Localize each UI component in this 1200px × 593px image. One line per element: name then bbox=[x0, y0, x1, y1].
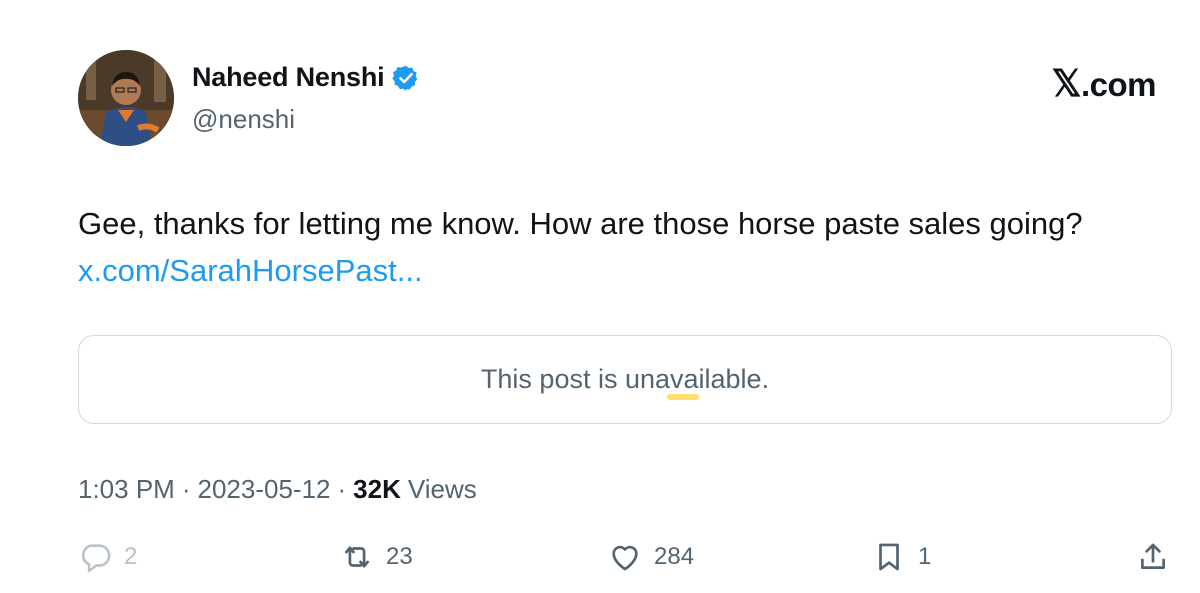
action-bar: 2 23 284 1 bbox=[78, 540, 1172, 580]
quoted-post-message: This post is unavailable. bbox=[480, 364, 770, 394]
post-time[interactable]: 1:03 PM bbox=[78, 474, 175, 505]
avatar[interactable] bbox=[78, 50, 174, 146]
repost-button[interactable]: 23 bbox=[340, 540, 413, 574]
brand-logo: 𝕏 .com bbox=[1051, 62, 1157, 105]
quoted-post-card[interactable]: This post is unavailable. bbox=[78, 335, 1172, 424]
like-button[interactable]: 284 bbox=[608, 540, 694, 574]
post-link[interactable]: x.com/SarahHorsePast... bbox=[78, 253, 423, 288]
views-count: 32K bbox=[353, 474, 401, 504]
share-icon bbox=[1141, 543, 1165, 569]
post-body: Gee, thanks for letting me know. How are… bbox=[78, 206, 1083, 241]
reply-icon bbox=[81, 544, 111, 573]
like-count: 284 bbox=[654, 543, 695, 570]
brand-suffix: .com bbox=[1080, 66, 1157, 103]
quoted-post-wrapper: This post is unavailable. bbox=[480, 364, 770, 400]
repost-icon bbox=[345, 546, 369, 568]
verified-badge-icon bbox=[392, 65, 418, 91]
bookmark-icon bbox=[879, 543, 899, 571]
author-name[interactable]: Naheed Nenshi bbox=[192, 62, 385, 93]
meta-separator: · bbox=[337, 474, 347, 504]
bookmark-count: 1 bbox=[918, 543, 932, 570]
repost-count: 23 bbox=[386, 543, 413, 570]
views-label: Views bbox=[407, 474, 477, 504]
highlight-mark bbox=[666, 394, 699, 400]
share-button[interactable] bbox=[1136, 540, 1170, 574]
post-text: Gee, thanks for letting me know. How are… bbox=[78, 200, 1128, 294]
reply-button[interactable]: 2 bbox=[78, 540, 137, 574]
avatar-image bbox=[78, 50, 174, 146]
post-meta: 1:03 PM · 2023-05-12 · 32K Views bbox=[78, 474, 477, 505]
bookmark-button[interactable]: 1 bbox=[872, 540, 931, 574]
post-date[interactable]: 2023-05-12 bbox=[198, 474, 331, 505]
author-handle[interactable]: @nenshi bbox=[192, 104, 295, 135]
meta-separator: · bbox=[181, 474, 191, 504]
author-name-row[interactable]: Naheed Nenshi bbox=[192, 62, 420, 93]
reply-count: 2 bbox=[124, 543, 138, 570]
heart-icon bbox=[612, 545, 638, 571]
x-logo-icon: 𝕏 bbox=[1051, 63, 1082, 104]
